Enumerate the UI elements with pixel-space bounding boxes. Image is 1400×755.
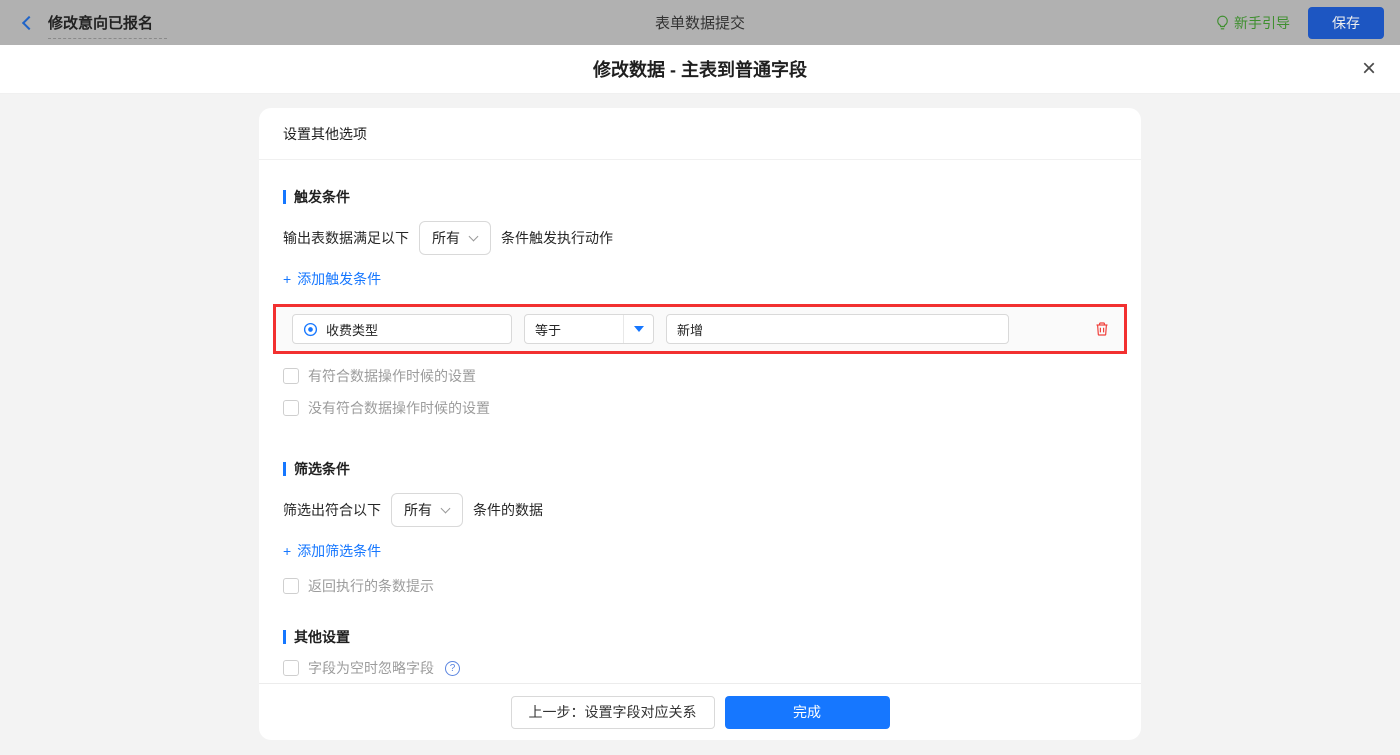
no-match-checkbox[interactable] [283,400,299,416]
topbar: 修改意向已报名 表单数据提交 新手引导 保存 [0,0,1400,45]
ignore-empty-checkbox[interactable] [283,660,299,676]
condition-field-select[interactable]: 收费类型 [292,314,512,344]
filter-mode-select[interactable]: 所有 [391,493,463,527]
panel-body: 触发条件 输出表数据满足以下 所有 条件触发执行动作 + 添加触发条件 收费类型… [259,160,1141,683]
count-tip-option: 返回执行的条数提示 [283,576,1117,596]
condition-operator-value: 等于 [535,322,562,338]
newbie-guide-link[interactable]: 新手引导 [1216,13,1290,33]
filter-mode-line: 筛选出符合以下 所有 条件的数据 [283,492,1117,528]
filter-mode-value: 所有 [404,502,432,518]
filter-suffix-label: 条件的数据 [473,502,543,518]
help-icon[interactable]: ? [445,660,460,676]
filter-section-title: 筛选条件 [283,460,1117,478]
condition-value-input[interactable] [666,314,1009,344]
chevron-left-icon [21,15,37,30]
close-icon[interactable]: × [1362,57,1376,81]
trigger-mode-value: 所有 [432,230,460,246]
add-trigger-condition-link[interactable]: + 添加触发条件 [283,270,381,288]
filter-prefix-label: 筛选出符合以下 [283,502,381,518]
guide-label: 新手引导 [1234,14,1290,31]
trigger-prefix-label: 输出表数据满足以下 [283,230,409,246]
count-tip-checkbox[interactable] [283,578,299,594]
trigger-section-title: 触发条件 [283,188,1117,206]
trigger-condition-row: 收费类型 等于 [273,304,1127,354]
done-button[interactable]: 完成 [724,695,890,729]
caret-down-icon [633,326,644,332]
other-section-title: 其他设置 [283,628,1117,646]
no-match-option: 没有符合数据操作时候的设置 [283,398,1117,418]
delete-condition-button[interactable] [1094,321,1110,337]
panel-footer: 上一步：设置字段对应关系 完成 [259,683,1141,740]
lightbulb-icon [1217,15,1228,29]
options-panel: 设置其他选项 触发条件 输出表数据满足以下 所有 条件触发执行动作 + 添加触发… [259,108,1141,740]
operator-caret-zone[interactable] [623,315,653,343]
previous-step-button[interactable]: 上一步：设置字段对应关系 [510,695,715,729]
trigger-suffix-label: 条件触发执行动作 [501,230,613,246]
dialog-title: 修改数据 - 主表到普通字段 [593,60,807,80]
page-title: 表单数据提交 [654,15,745,32]
panel-header: 设置其他选项 [259,108,1141,160]
trigger-mode-select[interactable]: 所有 [419,221,491,255]
section-marker [283,462,286,476]
ignore-empty-option: 字段为空时忽略字段 ? [283,658,1117,678]
back-button[interactable]: 修改意向已报名 [16,7,168,39]
section-marker [283,630,286,644]
flow-name[interactable]: 修改意向已报名 [48,12,168,39]
section-marker [283,190,286,204]
condition-operator-select[interactable]: 等于 [524,314,654,344]
topbar-actions: 新手引导 保存 [1216,6,1384,39]
chevron-down-icon [440,503,451,513]
condition-field-value: 收费类型 [326,322,379,338]
plus-icon: + [283,271,292,287]
add-filter-condition-link[interactable]: + 添加筛选条件 [283,542,381,560]
chevron-down-icon [468,231,479,241]
trigger-mode-line: 输出表数据满足以下 所有 条件触发执行动作 [283,220,1117,256]
trash-icon [1096,322,1108,336]
dialog-header: 修改数据 - 主表到普通字段 × [0,45,1400,94]
radio-field-icon [303,322,318,336]
dialog-body: 设置其他选项 触发条件 输出表数据满足以下 所有 条件触发执行动作 + 添加触发… [0,94,1400,755]
has-match-option: 有符合数据操作时候的设置 [283,366,1117,386]
plus-icon: + [283,543,292,559]
save-button[interactable]: 保存 [1308,6,1384,39]
has-match-checkbox[interactable] [283,368,299,384]
